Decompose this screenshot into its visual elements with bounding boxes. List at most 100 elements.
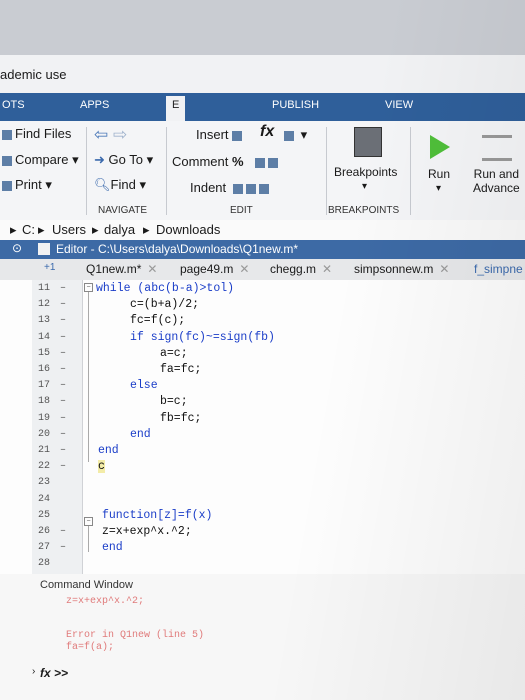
breadcrumb-dalya[interactable]: dalya xyxy=(104,222,135,237)
breakpoint-dash[interactable]: – xyxy=(60,299,66,310)
tab-tools[interactable]: OTS xyxy=(2,99,25,111)
function-menu-button[interactable]: ▾ xyxy=(284,127,307,143)
search-icon: 🔍︎ xyxy=(94,177,111,192)
tab-view[interactable]: VIEW xyxy=(385,99,413,111)
command-output-line: z=x+exp^x.^2; xyxy=(66,596,145,607)
run-icon[interactable] xyxy=(430,135,450,159)
chevron-down-icon[interactable]: ▾ xyxy=(436,183,441,194)
fold-guide xyxy=(88,292,89,462)
breakpoint-dash[interactable]: – xyxy=(60,348,66,359)
command-window-title: Command Window xyxy=(40,579,133,591)
run-advance-icon[interactable] xyxy=(482,135,512,161)
smart-indent-icon xyxy=(232,183,243,194)
breakpoint-dash[interactable]: – xyxy=(60,315,66,326)
breakpoint-dash[interactable]: – xyxy=(60,526,66,537)
fold-toggle-icon[interactable]: − xyxy=(84,517,93,526)
code-line[interactable]: c xyxy=(98,460,105,474)
code-editor[interactable]: 11– while (abc(b-a)>tol) 12– c=(b+a)/2; 13– f… xyxy=(0,280,525,574)
line-number: 20 xyxy=(38,428,51,440)
line-number: 13 xyxy=(38,315,51,327)
compare-button[interactable]: Compare ▾ xyxy=(2,152,79,168)
file-tab-simpsonnew[interactable]: simpsonnew.m ✕ xyxy=(354,262,449,276)
command-error-line: fa=f(a); xyxy=(66,642,115,653)
breakpoint-dash[interactable]: – xyxy=(60,364,66,375)
chevron-down-icon[interactable]: ▾ xyxy=(362,181,367,192)
run-and-advance-button[interactable]: Run and Advance xyxy=(473,167,520,195)
breadcrumb-users[interactable]: Users xyxy=(52,222,86,237)
tab-editor[interactable]: E xyxy=(166,96,186,124)
indent-button[interactable]: Indent xyxy=(190,180,272,195)
code-line[interactable]: c=(b+a)/2; xyxy=(130,298,199,311)
insert-button[interactable]: Insert xyxy=(196,127,245,142)
code-line[interactable]: end xyxy=(102,541,123,554)
code-line[interactable]: while (abc(b-a)>tol) xyxy=(96,282,234,295)
breakpoint-dash[interactable]: – xyxy=(60,396,66,407)
goto-button[interactable]: ➜ Go To ▾ xyxy=(94,152,153,168)
breakpoint-dash[interactable]: – xyxy=(60,332,66,343)
fx-button[interactable]: fx xyxy=(260,123,274,141)
uncomment-icon xyxy=(255,157,266,168)
fold-toggle-icon[interactable]: − xyxy=(84,283,93,292)
plus-one-indicator: +1 xyxy=(44,262,56,273)
find-files-button[interactable]: Find Files xyxy=(2,126,71,141)
breakpoint-dash[interactable]: – xyxy=(60,461,66,472)
code-line[interactable]: end xyxy=(98,444,119,457)
breadcrumb-arrow-icon: ▸ xyxy=(143,222,150,237)
line-number: 14 xyxy=(38,331,51,343)
close-icon[interactable]: ✕ xyxy=(239,262,249,276)
chevron-down-icon: ▾ xyxy=(139,177,146,192)
back-forward-icon[interactable]: ⇦ ⇨ xyxy=(94,125,127,145)
close-icon[interactable]: ✕ xyxy=(147,262,157,276)
tab-apps[interactable]: APPS xyxy=(80,99,109,111)
monitor-bezel xyxy=(0,0,525,55)
breakpoint-dash[interactable]: – xyxy=(60,542,66,553)
breadcrumb-downloads[interactable]: Downloads xyxy=(156,222,220,237)
prompt-arrow-icon: › xyxy=(32,666,36,677)
breakpoint-dash[interactable]: – xyxy=(60,380,66,391)
comment-button[interactable]: Comment % xyxy=(172,154,281,169)
code-line[interactable]: fb=fc; xyxy=(160,412,201,425)
code-line[interactable]: z=x+exp^x.^2; xyxy=(102,525,192,538)
tab-publish[interactable]: PUBLISH xyxy=(272,99,319,111)
wrap-comment-icon xyxy=(268,157,279,168)
line-number: 15 xyxy=(38,347,51,359)
run-button[interactable]: Run xyxy=(428,167,450,181)
file-tab-f-simpne[interactable]: f_simpne xyxy=(474,262,523,276)
find-button[interactable]: 🔍︎Find ▾ xyxy=(94,177,146,193)
printer-icon xyxy=(2,180,12,191)
breakpoint-dash[interactable]: – xyxy=(60,283,66,294)
breakpoint-dash[interactable]: – xyxy=(60,429,66,440)
code-line[interactable]: end xyxy=(130,428,151,441)
line-number: 23 xyxy=(38,477,51,489)
close-icon[interactable]: ✕ xyxy=(322,262,332,276)
breadcrumb-arrow-icon: ▸ xyxy=(38,222,45,237)
breadcrumb-arrow-icon: ▸ xyxy=(92,222,99,237)
code-line[interactable]: else xyxy=(130,379,158,392)
code-line[interactable]: function[z]=f(x) xyxy=(102,509,212,522)
file-tab-page49[interactable]: page49.m ✕ xyxy=(180,262,249,276)
code-line[interactable]: fa=fc; xyxy=(160,363,201,376)
collapse-icon[interactable]: ⊙ xyxy=(12,241,22,255)
chevron-down-icon: ▾ xyxy=(72,152,79,167)
breakpoints-icon[interactable] xyxy=(354,127,382,157)
code-line[interactable]: fc=f(c); xyxy=(130,314,185,327)
breadcrumb-drive[interactable]: C: xyxy=(22,222,35,237)
line-number: 22 xyxy=(38,461,51,473)
code-line[interactable]: if sign(fc)~=sign(fb) xyxy=(130,331,275,344)
ribbon-divider xyxy=(86,127,87,215)
command-prompt[interactable]: › fx >> xyxy=(32,666,68,680)
title-bar: ademic use xyxy=(0,55,525,93)
file-tab-chegg[interactable]: chegg.m ✕ xyxy=(270,262,332,276)
close-icon[interactable]: ✕ xyxy=(439,262,449,276)
chevron-down-icon: ▾ xyxy=(45,177,52,192)
code-line[interactable]: a=c; xyxy=(160,347,188,360)
breakpoint-dash[interactable]: – xyxy=(60,445,66,456)
command-window[interactable]: Command Window z=x+exp^x.^2; Error in Q1… xyxy=(0,574,525,700)
file-tab-q1new[interactable]: Q1new.m* ✕ xyxy=(86,262,157,276)
line-number: 21 xyxy=(38,445,51,456)
breakpoints-button[interactable]: Breakpoints xyxy=(334,165,397,179)
breakpoint-dash[interactable]: – xyxy=(60,413,66,424)
code-line[interactable]: b=c; xyxy=(160,395,188,408)
print-button[interactable]: Print ▾ xyxy=(2,177,52,193)
ribbon-divider xyxy=(410,127,411,215)
